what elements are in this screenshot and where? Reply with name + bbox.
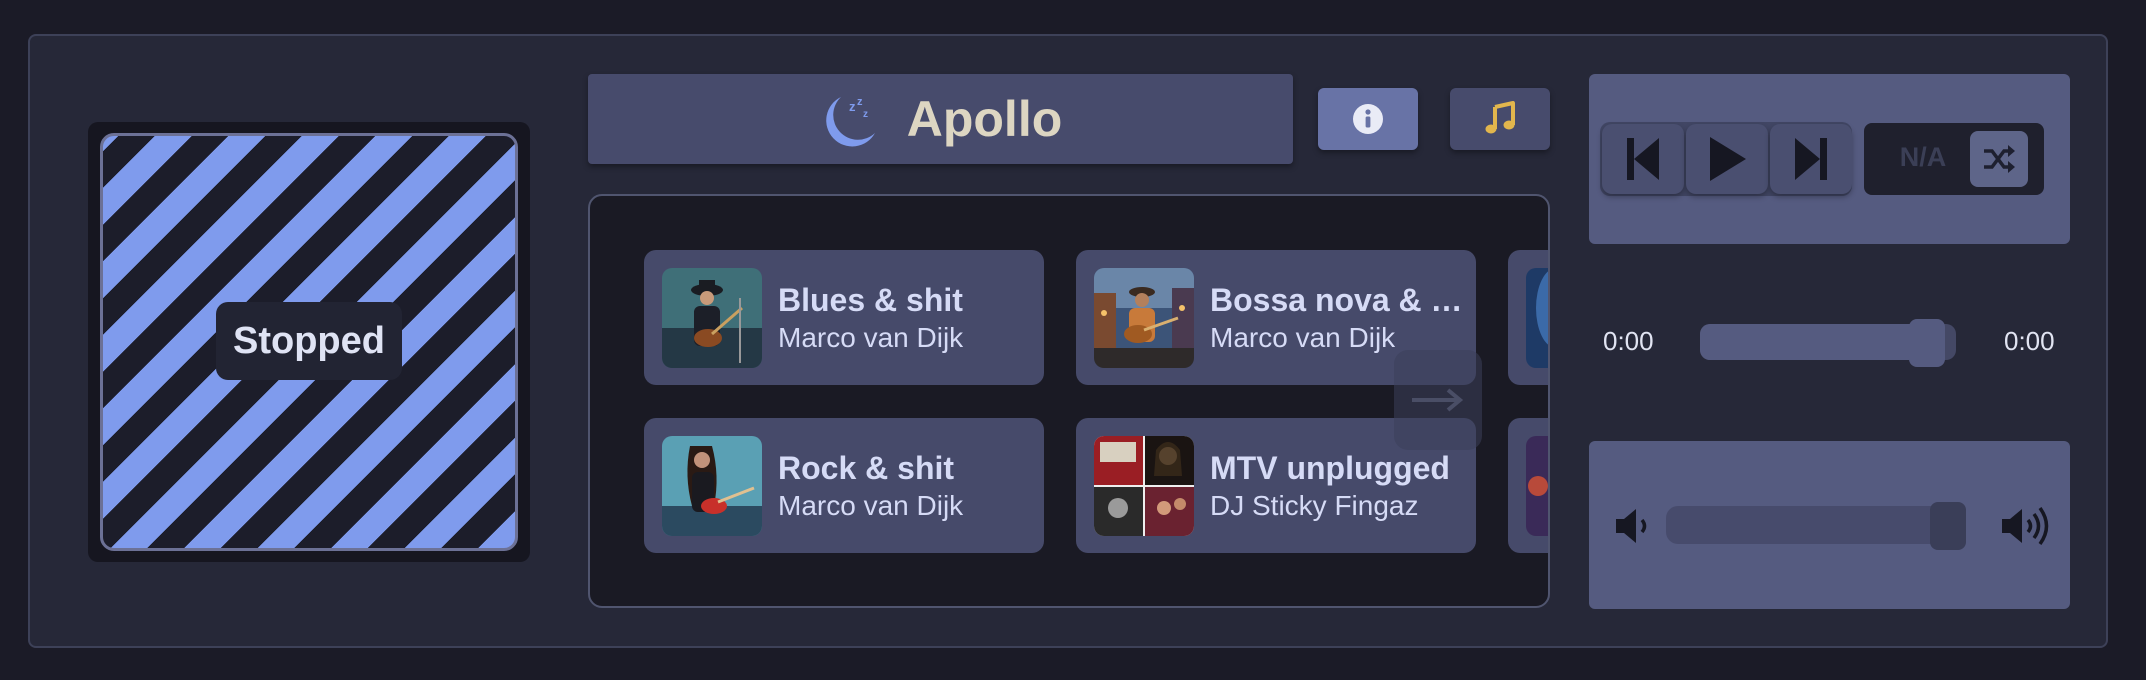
player-status-badge: Stopped (216, 302, 402, 380)
playlist-card[interactable] (1508, 250, 1548, 385)
playlist-cover-image (1094, 268, 1194, 368)
playlist-artist: DJ Sticky Fingaz (1210, 490, 1419, 521)
playlist-cover-image (1526, 436, 1548, 536)
duration-time: 0:00 (2004, 326, 2055, 356)
progress-slider[interactable] (1700, 319, 1956, 367)
svg-text:z: z (857, 96, 863, 108)
shuffle-button[interactable] (1970, 131, 2028, 187)
volume-high-icon[interactable] (2000, 504, 2052, 548)
playlist-name: Bossa nova & shit (1210, 282, 1466, 318)
music-note-icon (1485, 101, 1515, 134)
next-button[interactable] (1770, 124, 1852, 194)
playlist-cover-image (1526, 268, 1548, 368)
playlist-cover-image (662, 268, 762, 368)
repeat-mode-label[interactable]: N/A (1886, 142, 1960, 173)
playlist-cover-image (662, 436, 762, 536)
progress-handle[interactable] (1909, 319, 1945, 367)
play-button[interactable] (1686, 124, 1768, 194)
volume-low-icon[interactable] (1614, 504, 1652, 548)
playlist-card[interactable]: Rock & shit Marco van Dijk (644, 418, 1044, 553)
volume-handle[interactable] (1930, 502, 1966, 550)
volume-slider[interactable] (1666, 502, 1966, 550)
skip-previous-icon (1627, 138, 1659, 180)
sleep-moon-icon: z z z (825, 96, 875, 147)
playlist-card[interactable] (1508, 418, 1548, 553)
playlist-name: Blues & shit (778, 282, 963, 318)
skip-next-icon (1795, 138, 1827, 180)
app-title: Apollo (906, 91, 1063, 147)
elapsed-time: 0:00 (1603, 326, 1654, 356)
info-icon (1353, 104, 1383, 134)
playlist-cover-image (1094, 436, 1194, 536)
svg-text:z: z (863, 109, 868, 120)
arrow-right-icon (1412, 388, 1464, 412)
music-button[interactable] (1450, 88, 1550, 150)
svg-text:z: z (849, 99, 856, 114)
playlist-card[interactable]: Blues & shit Marco van Dijk (644, 250, 1044, 385)
playlist-artist: Marco van Dijk (778, 322, 964, 353)
playlist-artist: Marco van Dijk (778, 490, 964, 521)
playlist-name: Rock & shit (778, 450, 955, 486)
scroll-next-button[interactable] (1394, 350, 1482, 450)
info-button[interactable] (1318, 88, 1418, 150)
play-icon (1710, 137, 1746, 181)
progress-fill (1700, 324, 1927, 360)
playlist-name: MTV unplugged (1210, 450, 1450, 486)
previous-button[interactable] (1602, 124, 1684, 194)
title-bar: z z z Apollo (588, 74, 1293, 164)
shuffle-icon (1984, 145, 2015, 173)
